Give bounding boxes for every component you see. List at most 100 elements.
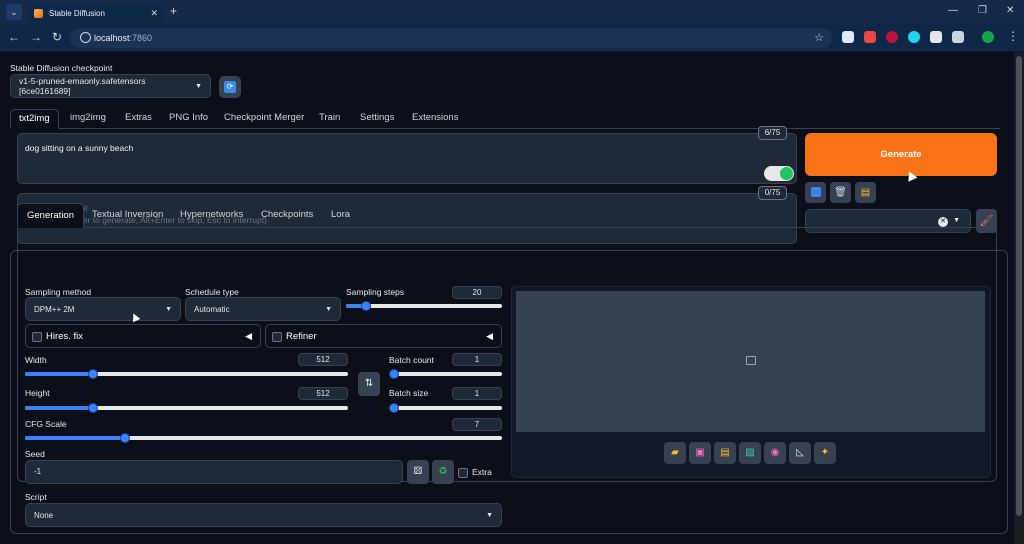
- prompt-text: dog sitting on a sunny beach: [25, 143, 134, 153]
- window-close-icon[interactable]: ✕: [1006, 5, 1014, 16]
- tab-train[interactable]: Train: [311, 109, 348, 129]
- refiner-accordion[interactable]: Refiner ◀: [265, 324, 502, 348]
- close-tab-icon[interactable]: ✕: [150, 8, 158, 19]
- refiner-label: Refiner: [286, 331, 317, 342]
- browser-tabstrip: ⌄ Stable Diffusion ✕ + — ❐ ✕: [0, 0, 1024, 24]
- tab-generation[interactable]: Generation: [17, 203, 85, 228]
- extra-networks-tabs: Generation Textual Inversion Hypernetwor…: [17, 203, 997, 228]
- seed-input[interactable]: -1: [25, 460, 403, 484]
- new-tab-icon[interactable]: +: [170, 5, 177, 17]
- refresh-checkpoints-button[interactable]: ⟳: [219, 76, 241, 98]
- sparkles-icon: ✦: [820, 447, 830, 458]
- extension-globe-icon[interactable]: [908, 31, 920, 43]
- cfg-scale-slider[interactable]: [25, 433, 502, 443]
- clear-prompt-button[interactable]: 🗑: [830, 182, 851, 203]
- extension-shield-icon[interactable]: [842, 31, 854, 43]
- address-bar[interactable]: localhost:7860 ☆: [70, 28, 832, 48]
- batch-count-input[interactable]: 1: [452, 353, 502, 366]
- tab-img2img[interactable]: img2img: [62, 109, 114, 129]
- batch-size-input[interactable]: 1: [452, 387, 502, 400]
- batch-count-slider[interactable]: [389, 369, 502, 379]
- archive-icon: ▤: [720, 447, 730, 458]
- profile-avatar-icon[interactable]: [982, 31, 994, 43]
- recycle-icon: ♻: [438, 466, 448, 477]
- scrollbar-thumb[interactable]: [1016, 56, 1022, 516]
- browser-menu-icon[interactable]: ⋮: [1007, 29, 1019, 43]
- upscale-button[interactable]: ✦: [814, 442, 836, 464]
- picture-icon: ▨: [745, 447, 755, 458]
- save-button[interactable]: ▣: [689, 442, 711, 464]
- hires-fix-accordion[interactable]: Hires. fix ◀: [25, 324, 261, 348]
- slider-fill: [25, 406, 93, 410]
- send-to-img2img-button[interactable]: ▨: [739, 442, 761, 464]
- tab-png-info[interactable]: PNG Info: [161, 109, 216, 129]
- reload-icon[interactable]: ↻: [52, 30, 62, 44]
- prompt-textarea[interactable]: dog sitting on a sunny beach: [17, 133, 797, 184]
- send-to-extras-button[interactable]: ◺: [789, 442, 811, 464]
- url-port: :7860: [129, 33, 153, 43]
- folder-icon: ▰: [671, 447, 679, 458]
- tab-checkpoint-merger[interactable]: Checkpoint Merger: [216, 109, 312, 129]
- hires-fix-checkbox[interactable]: [32, 332, 42, 342]
- site-info-icon[interactable]: [80, 32, 91, 43]
- tab-checkpoints[interactable]: Checkpoints: [252, 203, 322, 228]
- slider-thumb[interactable]: [87, 369, 98, 379]
- open-folder-button[interactable]: ▰: [664, 442, 686, 464]
- extension-youtube-icon[interactable]: [864, 31, 876, 43]
- schedule-type-select[interactable]: Automatic ▼: [185, 297, 341, 321]
- sampling-method-label: Sampling method: [25, 287, 92, 297]
- collapse-triangle-icon: ◀: [245, 331, 252, 341]
- script-select[interactable]: None ▼: [25, 503, 502, 527]
- slider-thumb[interactable]: [87, 403, 98, 413]
- slider-thumb[interactable]: [389, 403, 399, 413]
- extensions-menu-icon[interactable]: [952, 31, 964, 43]
- swap-dimensions-button[interactable]: ⇅: [358, 372, 380, 396]
- tab-hypernetworks[interactable]: Hypernetworks: [171, 203, 252, 228]
- cfg-scale-input[interactable]: 7: [452, 418, 502, 431]
- tab-lora[interactable]: Lora: [322, 203, 359, 228]
- tab-txt2img[interactable]: txt2img: [10, 109, 59, 129]
- random-seed-button[interactable]: ⚄: [407, 460, 429, 484]
- page-scrollbar[interactable]: [1014, 52, 1024, 544]
- height-input[interactable]: 512: [298, 387, 348, 400]
- tab-extensions[interactable]: Extensions: [404, 109, 466, 129]
- main-tabs: txt2img img2img Extras PNG Info Checkpoi…: [10, 109, 1000, 129]
- minimize-icon[interactable]: —: [948, 5, 958, 16]
- back-icon[interactable]: ←: [8, 30, 20, 44]
- sampling-method-select[interactable]: DPM++ 2M ▼: [25, 297, 181, 321]
- paste-prompt-button[interactable]: [805, 182, 826, 203]
- chevron-down-icon: ▼: [486, 511, 493, 519]
- slider-thumb[interactable]: [389, 369, 399, 379]
- extension-puzzle-icon[interactable]: [930, 31, 942, 43]
- tab-search-chevron-icon[interactable]: ⌄: [6, 4, 22, 20]
- prompt-toggle[interactable]: [764, 166, 794, 181]
- reuse-seed-button[interactable]: ♻: [432, 460, 454, 484]
- cfg-scale-label: CFG Scale: [25, 419, 67, 429]
- extension-red-icon[interactable]: [886, 31, 898, 43]
- prompt-token-counter: 6/75: [758, 126, 787, 140]
- tab-textual-inversion[interactable]: Textual Inversion: [83, 203, 172, 228]
- width-slider[interactable]: [25, 369, 348, 379]
- sampling-steps-input[interactable]: 20: [452, 286, 502, 299]
- restore-icon[interactable]: ❐: [978, 5, 987, 16]
- browser-tab[interactable]: Stable Diffusion ✕: [28, 3, 164, 24]
- width-input[interactable]: 512: [298, 353, 348, 366]
- batch-size-slider[interactable]: [389, 403, 502, 413]
- collapse-triangle-icon: ◀: [486, 331, 493, 341]
- checkpoint-select[interactable]: v1-5-pruned-emaonly.safetensors [6ce0161…: [10, 74, 211, 98]
- slider-fill: [25, 436, 126, 440]
- generate-button[interactable]: Generate: [805, 133, 997, 176]
- forward-icon[interactable]: →: [30, 30, 42, 44]
- zip-button[interactable]: ▤: [714, 442, 736, 464]
- refiner-checkbox[interactable]: [272, 332, 282, 342]
- tab-settings[interactable]: Settings: [352, 109, 402, 129]
- slider-fill: [25, 372, 93, 376]
- send-to-inpaint-button[interactable]: ◉: [764, 442, 786, 464]
- height-slider[interactable]: [25, 403, 348, 413]
- apply-styles-button[interactable]: ▤: [855, 182, 876, 203]
- extra-seed-checkbox[interactable]: [458, 468, 468, 478]
- trash-icon: 🗑: [834, 187, 847, 198]
- tab-extras[interactable]: Extras: [117, 109, 160, 129]
- sampling-steps-slider[interactable]: [346, 301, 502, 311]
- bookmark-star-icon[interactable]: ☆: [814, 31, 824, 44]
